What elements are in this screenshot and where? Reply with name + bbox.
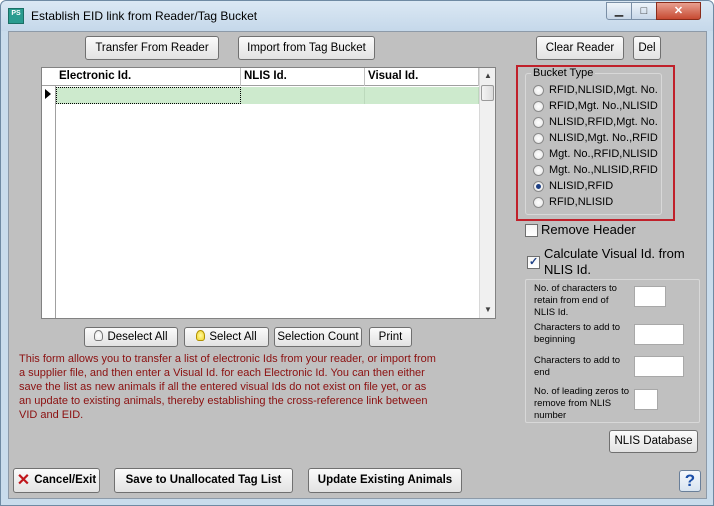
bucket-type-radio[interactable] (533, 197, 544, 208)
bucket-type-option-label: RFID,NLISID (549, 196, 614, 208)
cell-electronic-id[interactable] (56, 87, 241, 104)
bucket-type-radio[interactable] (533, 181, 544, 192)
column-header-visual-id[interactable]: Visual Id. (365, 68, 479, 86)
help-icon[interactable]: ? (679, 470, 701, 492)
selection-count-button[interactable]: Selection Count (274, 327, 362, 347)
import-from-tag-bucket-button[interactable]: Import from Tag Bucket (238, 36, 375, 60)
remove-header-checkbox[interactable] (525, 224, 538, 237)
current-row-pointer-icon (45, 89, 51, 99)
bucket-type-option-label: NLISID,RFID (549, 180, 614, 192)
leading-zeros-input[interactable] (634, 389, 658, 410)
window: PS Establish EID link from Reader/Tag Bu… (0, 0, 714, 506)
print-button[interactable]: Print (369, 327, 412, 347)
nlis-database-button[interactable]: NLIS Database (609, 430, 698, 453)
window-title: Establish EID link from Reader/Tag Bucke… (31, 9, 258, 23)
calculate-visual-id-label-line2: NLIS Id. (544, 262, 591, 277)
add-to-end-input[interactable] (634, 356, 684, 377)
calculate-visual-id-label-line1: Calculate Visual Id. from (544, 246, 685, 261)
bulb-icon (94, 330, 104, 341)
remove-header-label: Remove Header (541, 222, 636, 237)
bucket-type-option-label: RFID,NLISID,Mgt. No. (549, 84, 658, 96)
minimize-icon[interactable]: ▁ (606, 2, 632, 20)
cell-visual-id[interactable] (365, 87, 479, 104)
retain-characters-input[interactable] (634, 286, 666, 307)
column-header-nlis-id[interactable]: NLIS Id. (241, 68, 365, 86)
clear-reader-button[interactable]: Clear Reader (536, 36, 624, 60)
leading-zeros-label: No. of leading zeros to remove from NLIS… (534, 386, 630, 421)
delete-button[interactable]: Del (633, 36, 661, 60)
bucket-type-radio[interactable] (533, 149, 544, 160)
form-description-text: This form allows you to transfer a list … (19, 353, 436, 421)
close-icon[interactable]: ✕ (656, 2, 701, 20)
bucket-type-legend: Bucket Type (531, 67, 596, 79)
row-header-column (42, 68, 56, 318)
update-existing-animals-button[interactable]: Update Existing Animals (308, 468, 462, 493)
title-bar[interactable]: PS Establish EID link from Reader/Tag Bu… (1, 1, 713, 31)
scroll-thumb[interactable] (481, 85, 494, 101)
add-to-beginning-input[interactable] (634, 324, 684, 345)
lit-bulb-icon (196, 330, 206, 341)
select-all-button[interactable]: Select All (184, 327, 269, 347)
cancel-exit-button[interactable]: ✕ Cancel/Exit (13, 468, 100, 493)
maximize-icon[interactable]: □ (631, 2, 657, 20)
cancel-x-icon: ✕ (16, 472, 31, 489)
bucket-type-radio[interactable] (533, 165, 544, 176)
add-to-beginning-label: Characters to add to beginning (534, 322, 621, 345)
bucket-type-radio[interactable] (533, 133, 544, 144)
bucket-type-radio[interactable] (533, 117, 544, 128)
eid-grid[interactable]: Electronic Id. NLIS Id. Visual Id. ▲ ▼ (41, 67, 496, 319)
grid-vertical-scrollbar[interactable]: ▲ ▼ (479, 68, 495, 318)
scroll-down-icon[interactable]: ▼ (480, 302, 496, 318)
cell-nlis-id[interactable] (241, 87, 365, 104)
save-to-unallocated-button[interactable]: Save to Unallocated Tag List (114, 468, 293, 493)
app-icon: PS (8, 8, 24, 24)
transfer-from-reader-button[interactable]: Transfer From Reader (85, 36, 219, 60)
column-header-electronic-id[interactable]: Electronic Id. (56, 68, 241, 86)
bucket-type-option-label: NLISID,Mgt. No.,RFID (549, 132, 658, 144)
deselect-all-button[interactable]: Deselect All (84, 327, 178, 347)
bucket-type-radio[interactable] (533, 85, 544, 96)
bucket-type-radio[interactable] (533, 101, 544, 112)
retain-characters-label: No. of characters to retain from end of … (534, 283, 617, 318)
add-to-end-label: Characters to add to end (534, 355, 621, 378)
bucket-type-option-label: NLISID,RFID,Mgt. No. (549, 116, 658, 128)
scroll-up-icon[interactable]: ▲ (480, 68, 496, 84)
bucket-type-option-label: RFID,Mgt. No.,NLISID (549, 100, 658, 112)
calculate-visual-id-checkbox[interactable] (527, 255, 540, 269)
bucket-type-option-label: Mgt. No.,NLISID,RFID (549, 164, 658, 176)
grid-header: Electronic Id. NLIS Id. Visual Id. (42, 68, 479, 86)
bucket-type-option-label: Mgt. No.,RFID,NLISID (549, 148, 658, 160)
